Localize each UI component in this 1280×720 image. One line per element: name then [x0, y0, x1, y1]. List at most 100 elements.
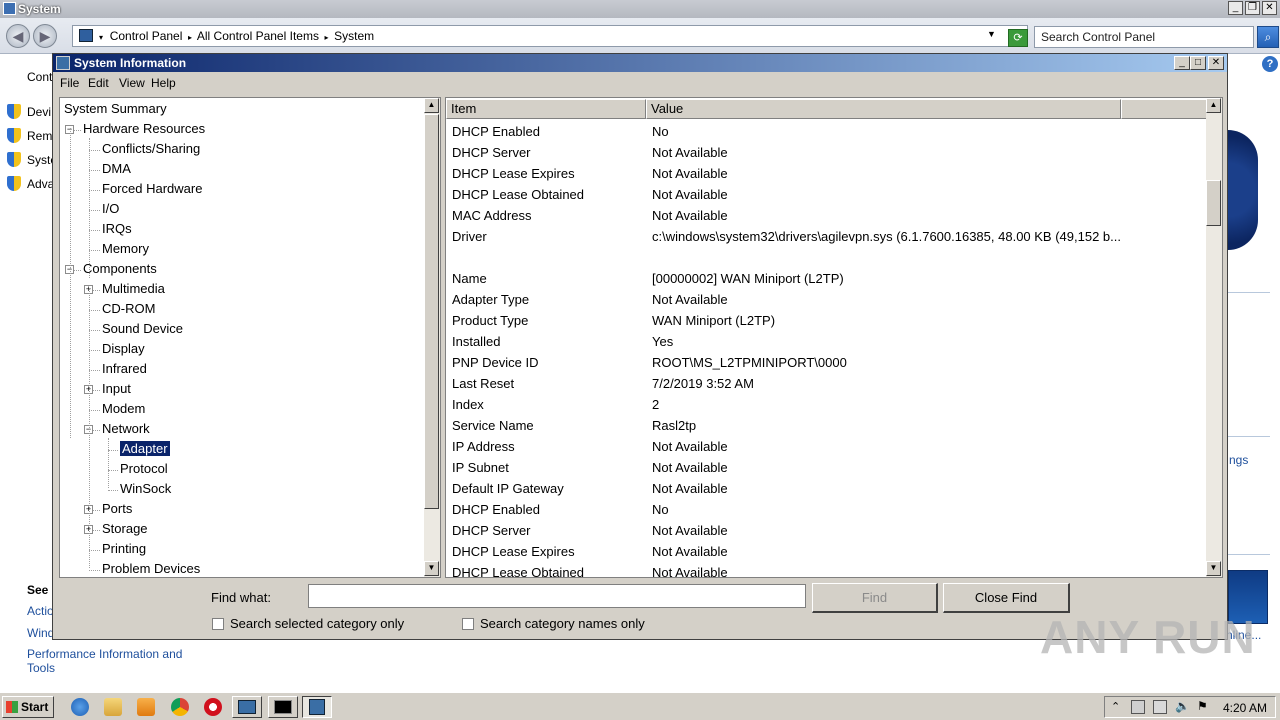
- list-item-name[interactable]: DHCP Server: [452, 142, 531, 163]
- list-item-value[interactable]: 7/2/2019 3:52 AM: [652, 373, 754, 394]
- list-item-value[interactable]: Not Available: [652, 142, 728, 163]
- action-center-link[interactable]: Actio: [27, 604, 54, 618]
- list-item-value[interactable]: Not Available: [652, 205, 728, 226]
- find-what-input[interactable]: [308, 584, 806, 608]
- list-item-value[interactable]: ROOT\MS_L2TPMINIPORT\0000: [652, 352, 847, 373]
- search-icon[interactable]: ⌕: [1257, 26, 1279, 48]
- list-item-name[interactable]: Driver: [452, 226, 487, 247]
- control-panel-home-link[interactable]: Cont: [27, 70, 52, 84]
- list-item-value[interactable]: 2: [652, 394, 659, 415]
- list-item-name[interactable]: DHCP Enabled: [452, 121, 540, 142]
- tree-item-multimedia[interactable]: Multimedia: [102, 280, 165, 298]
- refresh-icon[interactable]: ⟳: [1008, 29, 1028, 47]
- tree-item-infrared[interactable]: Infrared: [102, 360, 147, 378]
- dialog-titlebar[interactable]: System Information _ □ ✕: [53, 54, 1227, 72]
- category-tree[interactable]: System Summary − Hardware Resources Conflic…: [59, 97, 441, 578]
- list-item-name[interactable]: PNP Device ID: [452, 352, 538, 373]
- scroll-up-icon[interactable]: ▲: [424, 98, 439, 113]
- tree-item-storage[interactable]: Storage: [102, 520, 148, 538]
- scroll-up-icon[interactable]: ▲: [1206, 98, 1221, 113]
- list-item-name[interactable]: DHCP Lease Expires: [452, 163, 575, 184]
- tree-item-printing[interactable]: Printing: [102, 540, 146, 558]
- maximize-button[interactable]: ❐: [1245, 1, 1260, 15]
- scroll-down-icon[interactable]: ▼: [424, 561, 439, 576]
- file-explorer-icon[interactable]: [104, 698, 122, 716]
- list-item-value[interactable]: [00000002] WAN Miniport (L2TP): [652, 268, 844, 289]
- search-category-names-checkbox[interactable]: [462, 618, 474, 630]
- search-input[interactable]: Search Control Panel: [1034, 26, 1254, 48]
- list-item-name[interactable]: Last Reset: [452, 373, 514, 394]
- back-button[interactable]: ◀: [6, 24, 30, 48]
- close-find-button[interactable]: Close Find: [943, 583, 1070, 613]
- column-header-item[interactable]: Item: [446, 99, 646, 119]
- menu-view[interactable]: View: [119, 76, 145, 90]
- address-bar[interactable]: ▾ Control Panel ▸ All Control Panel Item…: [72, 25, 1028, 47]
- tree-item-dma[interactable]: DMA: [102, 160, 131, 178]
- tree-item-memory[interactable]: Memory: [102, 240, 149, 258]
- close-button[interactable]: ✕: [1262, 1, 1277, 15]
- tree-item-hardware-resources[interactable]: Hardware Resources: [83, 120, 205, 138]
- start-button[interactable]: Start: [2, 696, 54, 718]
- column-header-value[interactable]: Value: [646, 99, 1121, 119]
- dialog-minimize-button[interactable]: _: [1174, 56, 1190, 70]
- list-item-name[interactable]: Product Type: [452, 310, 528, 331]
- list-item-value[interactable]: Not Available: [652, 520, 728, 541]
- taskbar-control-panel-button[interactable]: [232, 696, 262, 718]
- list-item-value[interactable]: Rasl2tp: [652, 415, 696, 436]
- dialog-close-button[interactable]: ✕: [1208, 56, 1224, 70]
- list-item-value[interactable]: Not Available: [652, 289, 728, 310]
- taskbar-cmd-button[interactable]: [268, 696, 298, 718]
- list-item-name[interactable]: IP Subnet: [452, 457, 509, 478]
- list-item-value[interactable]: WAN Miniport (L2TP): [652, 310, 775, 331]
- tree-item-input[interactable]: Input: [102, 380, 131, 398]
- list-item-name[interactable]: DHCP Server: [452, 520, 531, 541]
- device-manager-link[interactable]: Devi: [27, 105, 51, 119]
- dialog-maximize-button[interactable]: □: [1190, 56, 1206, 70]
- list-item-value[interactable]: No: [652, 499, 669, 520]
- internet-explorer-icon[interactable]: [71, 698, 89, 716]
- list-item-name[interactable]: Adapter Type: [452, 289, 529, 310]
- tree-item-components[interactable]: Components: [83, 260, 157, 278]
- list-item-value[interactable]: c:\windows\system32\drivers\agilevpn.sys…: [652, 226, 1121, 247]
- media-player-icon[interactable]: [137, 698, 155, 716]
- tree-item-cd-rom[interactable]: CD-ROM: [102, 300, 155, 318]
- tree-item-sound-device[interactable]: Sound Device: [102, 320, 183, 338]
- tree-item-problem-devices[interactable]: Problem Devices: [102, 560, 200, 577]
- change-settings-link[interactable]: ngs: [1229, 453, 1248, 467]
- volume-icon[interactable]: 🔈: [1175, 699, 1190, 713]
- list-item-name[interactable]: Index: [452, 394, 484, 415]
- list-scrollbar[interactable]: ▲ ▼: [1206, 98, 1222, 577]
- list-item-name[interactable]: DHCP Lease Expires: [452, 541, 575, 562]
- tree-item-ports[interactable]: Ports: [102, 500, 132, 518]
- minimize-button[interactable]: _: [1228, 1, 1243, 15]
- list-scroll-thumb[interactable]: [1206, 180, 1221, 226]
- opera-icon[interactable]: [204, 698, 222, 716]
- tree-item-protocol[interactable]: Protocol: [120, 460, 168, 478]
- list-item-name[interactable]: DHCP Lease Obtained: [452, 184, 584, 205]
- list-item-name[interactable]: Installed: [452, 331, 500, 352]
- list-item-value[interactable]: Not Available: [652, 184, 728, 205]
- tree-item-modem[interactable]: Modem: [102, 400, 145, 418]
- tree-item-irqs[interactable]: IRQs: [102, 220, 132, 238]
- clock[interactable]: 4:20 AM: [1223, 701, 1267, 715]
- list-item-name[interactable]: DHCP Enabled: [452, 499, 540, 520]
- taskbar-system-information-button[interactable]: [302, 696, 332, 718]
- network-icon[interactable]: [1153, 700, 1167, 714]
- find-button[interactable]: Find: [812, 583, 938, 613]
- help-icon[interactable]: ?: [1262, 56, 1278, 72]
- tree-item-forced-hardware[interactable]: Forced Hardware: [102, 180, 202, 198]
- breadcrumb-system[interactable]: System: [334, 29, 374, 43]
- performance-info-link[interactable]: Performance Information and Tools: [27, 647, 187, 675]
- list-item-name[interactable]: MAC Address: [452, 205, 531, 226]
- list-item-value[interactable]: Not Available: [652, 541, 728, 562]
- tree-item-i-o[interactable]: I/O: [102, 200, 119, 218]
- list-item-value[interactable]: Yes: [652, 331, 673, 352]
- search-selected-category-checkbox[interactable]: [212, 618, 224, 630]
- list-item-name[interactable]: Name: [452, 268, 487, 289]
- tree-scroll-thumb[interactable]: [424, 114, 439, 509]
- list-item-value[interactable]: Not Available: [652, 478, 728, 499]
- list-item-name[interactable]: Service Name: [452, 415, 534, 436]
- list-item-value[interactable]: No: [652, 121, 669, 142]
- tree-item-adapter[interactable]: Adapter: [119, 440, 171, 458]
- list-item-value[interactable]: Not Available: [652, 163, 728, 184]
